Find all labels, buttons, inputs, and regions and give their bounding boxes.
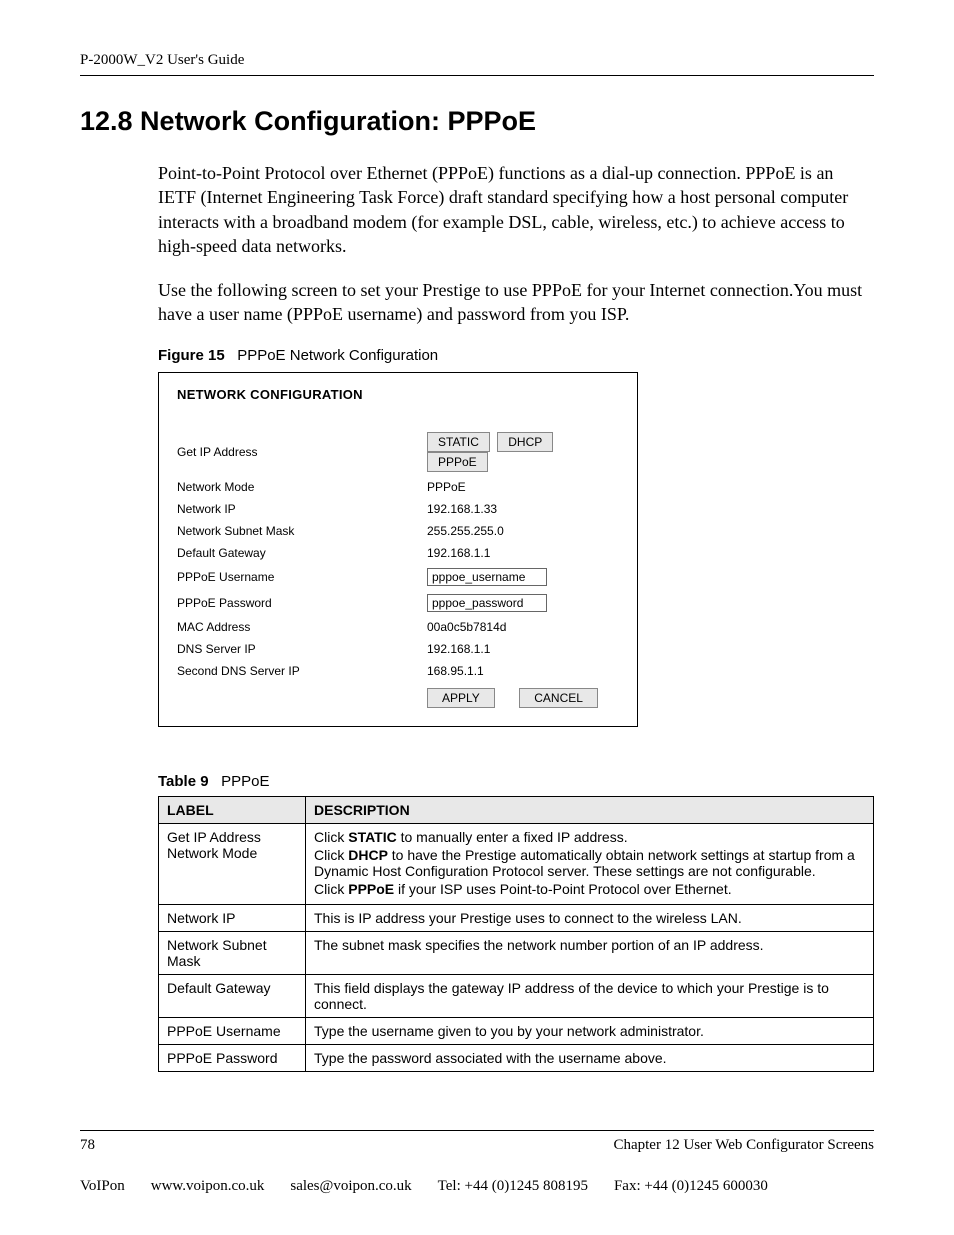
table-cell-label: PPPoE Username xyxy=(159,1017,306,1044)
chapter-title: Chapter 12 User Web Configurator Screens xyxy=(613,1137,874,1154)
default-gateway-value: 192.168.1.1 xyxy=(427,546,619,560)
static-button[interactable]: STATIC xyxy=(427,432,490,452)
table-cell-label: Network Subnet Mask xyxy=(159,931,306,974)
pppoe-button[interactable]: PPPoE xyxy=(427,452,488,472)
table-label: Table 9 xyxy=(158,773,209,790)
table-cell-desc: This field displays the gateway IP addre… xyxy=(306,974,874,1017)
section-title: 12.8 Network Configuration: PPPoE xyxy=(80,106,874,137)
subnet-mask-value: 255.255.255.0 xyxy=(427,524,619,538)
dns-server-value: 192.168.1.1 xyxy=(427,642,619,656)
second-dns-value: 168.95.1.1 xyxy=(427,664,619,678)
footer-email: sales@voipon.co.uk xyxy=(290,1178,411,1195)
table-head-label: LABEL xyxy=(159,796,306,823)
section-paragraph: Point-to-Point Protocol over Ethernet (P… xyxy=(158,161,874,258)
table-cell-desc: Click STATIC to manually enter a fixed I… xyxy=(306,823,874,904)
table-row: Network Subnet MaskThe subnet mask speci… xyxy=(159,931,874,974)
pppoe-password-label: PPPoE Password xyxy=(177,596,427,610)
pppoe-username-label: PPPoE Username xyxy=(177,570,427,584)
dns-server-label: DNS Server IP xyxy=(177,642,427,656)
section-paragraph: Use the following screen to set your Pre… xyxy=(158,278,874,327)
table-title: PPPoE xyxy=(221,773,269,790)
table-cell-desc: Type the username given to you by your n… xyxy=(306,1017,874,1044)
cancel-button[interactable]: CANCEL xyxy=(519,688,598,708)
second-dns-label: Second DNS Server IP xyxy=(177,664,427,678)
table-cell-desc: This is IP address your Prestige uses to… xyxy=(306,904,874,931)
table-row: Get IP Address Network ModeClick STATIC … xyxy=(159,823,874,904)
footer-company: VoIPon xyxy=(80,1178,125,1195)
figure-title: PPPoE Network Configuration xyxy=(237,347,438,364)
network-ip-label: Network IP xyxy=(177,502,427,516)
get-ip-label: Get IP Address xyxy=(177,445,427,459)
apply-button[interactable]: APPLY xyxy=(427,688,495,708)
network-config-panel: NETWORK CONFIGURATION Get IP Address STA… xyxy=(158,372,638,727)
table-row: Network IPThis is IP address your Presti… xyxy=(159,904,874,931)
table-cell-label: Network IP xyxy=(159,904,306,931)
table-caption: Table 9 PPPoE xyxy=(158,773,874,790)
footer-tel: Tel: +44 (0)1245 808195 xyxy=(438,1178,588,1195)
table-cell-label: PPPoE Password xyxy=(159,1044,306,1071)
footer-web: www.voipon.co.uk xyxy=(151,1178,265,1195)
footer-fax: Fax: +44 (0)1245 600030 xyxy=(614,1178,768,1195)
network-ip-value: 192.168.1.33 xyxy=(427,502,619,516)
table-row: PPPoE PasswordType the password associat… xyxy=(159,1044,874,1071)
table-cell-desc: The subnet mask specifies the network nu… xyxy=(306,931,874,974)
table-cell-desc: Type the password associated with the us… xyxy=(306,1044,874,1071)
running-head: P-2000W_V2 User's Guide xyxy=(80,52,874,76)
network-mode-value: PPPoE xyxy=(427,480,619,494)
subnet-mask-label: Network Subnet Mask xyxy=(177,524,427,538)
mac-address-value: 00a0c5b7814d xyxy=(427,620,619,634)
default-gateway-label: Default Gateway xyxy=(177,546,427,560)
pppoe-table: LABEL DESCRIPTION Get IP Address Network… xyxy=(158,796,874,1072)
table-row: Default GatewayThis field displays the g… xyxy=(159,974,874,1017)
figure-label: Figure 15 xyxy=(158,347,225,364)
table-cell-label: Get IP Address Network Mode xyxy=(159,823,306,904)
pppoe-password-input[interactable] xyxy=(427,594,547,612)
table-row: PPPoE UsernameType the username given to… xyxy=(159,1017,874,1044)
pppoe-username-input[interactable] xyxy=(427,568,547,586)
panel-title: NETWORK CONFIGURATION xyxy=(177,387,619,402)
mac-address-label: MAC Address xyxy=(177,620,427,634)
dhcp-button[interactable]: DHCP xyxy=(497,432,553,452)
figure-caption: Figure 15 PPPoE Network Configuration xyxy=(158,347,874,364)
table-head-desc: DESCRIPTION xyxy=(306,796,874,823)
network-mode-label: Network Mode xyxy=(177,480,427,494)
table-cell-label: Default Gateway xyxy=(159,974,306,1017)
page-number: 78 xyxy=(80,1137,95,1154)
